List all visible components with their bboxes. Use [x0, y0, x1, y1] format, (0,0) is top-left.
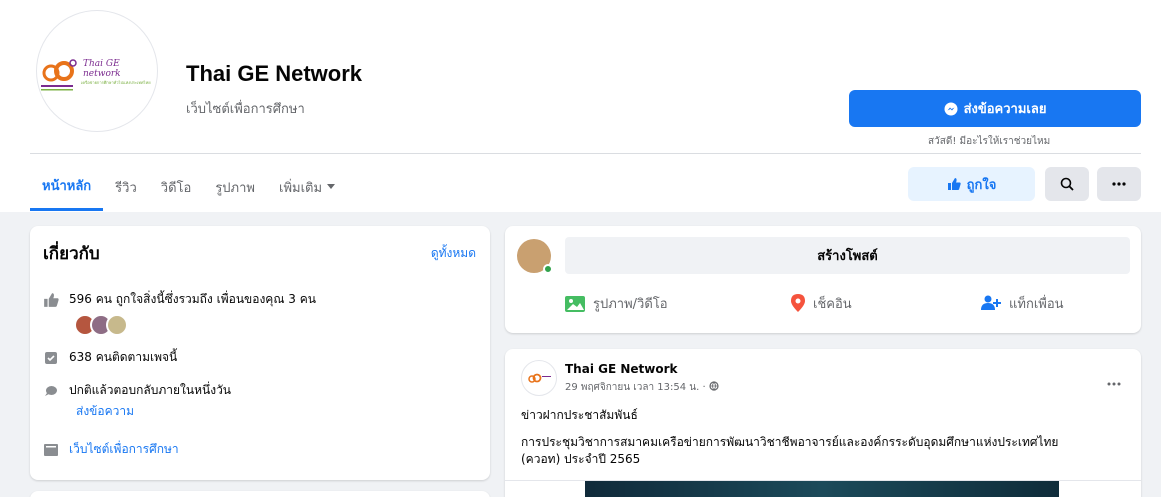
website-link[interactable]: เว็บไซต์เพื่อการศึกษา	[69, 440, 179, 459]
followers-icon	[43, 350, 59, 366]
avatar	[106, 314, 128, 336]
category-icon	[43, 442, 59, 458]
globe-icon	[709, 381, 719, 391]
location-pin-icon	[791, 294, 805, 312]
check-in-button[interactable]: เช็คอิน	[791, 288, 852, 318]
tab-label: เพิ่มเติม	[279, 180, 323, 196]
chat-bubble-icon	[43, 383, 59, 399]
logo-wordmark: Thai GE network	[83, 59, 121, 79]
friend-avatars[interactable]	[74, 314, 128, 336]
post-text-line: การประชุมวิชาการสมาคมเครือข่ายการพัฒนาวิ…	[521, 435, 1059, 449]
about-title: เกี่ยวกับ	[43, 244, 100, 264]
photo-icon	[565, 296, 585, 312]
followers-row: 638 คนติดตามเพจนี้	[43, 348, 177, 367]
page-title: Thai GE Network	[186, 61, 363, 86]
ellipsis-icon	[1107, 382, 1121, 386]
tab-reviews[interactable]: รีวิว	[103, 163, 149, 211]
online-status-dot	[543, 264, 553, 274]
tab-photos[interactable]: รูปภาพ	[203, 163, 267, 211]
response-row: ปกติแล้วตอบกลับภายในหนึ่งวัน	[43, 381, 231, 400]
about-card: เกี่ยวกับ ดูทั้งหมด 596 คน ถูกใจสิ่งนี้ซ…	[30, 226, 490, 480]
send-message-link[interactable]: ส่งข้อความ	[76, 402, 134, 421]
message-hint: สวัสดี! มีอะไรให้เราช่วยไหม	[928, 136, 1051, 147]
page-header: Thai GE network เครือข่ายการศึกษาทั่วไปแ…	[0, 0, 1161, 212]
search-button[interactable]	[1045, 167, 1089, 201]
response-text: ปกติแล้วตอบกลับภายในหนึ่งวัน	[69, 383, 232, 397]
post-image[interactable]	[585, 481, 1059, 497]
post-time-text: 29 พฤศจิกายน เวลา 13:54 น. ·	[565, 382, 706, 393]
messenger-icon	[944, 102, 958, 115]
likes-text: 596 คน ถูกใจสิ่งนี้ซึ่งรวมถึง เพื่อนของค…	[69, 292, 316, 306]
likes-row: 596 คน ถูกใจสิ่งนี้ซึ่งรวมถึง เพื่อนของค…	[43, 290, 316, 309]
search-icon	[1060, 177, 1074, 191]
tab-label: หน้าหลัก	[42, 179, 92, 194]
like-label: ถูกใจ	[966, 177, 997, 193]
ellipsis-icon	[1112, 182, 1126, 186]
chevron-down-icon	[327, 184, 336, 189]
page-tabs: หน้าหลัก รีวิว วิดีโอ รูปภาพ เพิ่มเติม	[30, 163, 347, 211]
next-card	[30, 491, 490, 497]
page-profile-picture[interactable]: Thai GE network เครือข่ายการศึกษาทั่วไปแ…	[36, 10, 158, 132]
thumbs-up-icon	[43, 292, 59, 308]
tab-label: รูปภาพ	[215, 180, 255, 196]
more-options-button[interactable]	[1097, 167, 1141, 201]
create-post-input[interactable]: สร้างโพสต์	[565, 237, 1130, 274]
tag-friends-icon	[981, 295, 1001, 310]
photo-video-label: รูปภาพ/วิดีโอ	[593, 296, 668, 312]
tab-home[interactable]: หน้าหลัก	[30, 163, 104, 211]
logo-subtitle: เครือข่ายการศึกษาทั่วไปแห่งประเทศไทย	[81, 80, 151, 85]
see-all-link[interactable]: ดูทั้งหมด	[431, 244, 476, 263]
post-text-line: (ควอท) ประจำปี 2565	[521, 452, 641, 466]
tab-more[interactable]: เพิ่มเติม	[267, 163, 347, 211]
like-page-button[interactable]: ถูกใจ	[908, 167, 1035, 201]
post-options-button[interactable]	[1107, 371, 1121, 390]
send-message-label: ส่งข้อความเลย	[963, 102, 1047, 117]
tab-label: วิดีโอ	[160, 180, 192, 196]
tab-label: รีวิว	[115, 180, 137, 196]
check-in-label: เช็คอิน	[813, 296, 852, 312]
post-card: Thai GE Network 29 พฤศจิกายน เวลา 13:54 …	[505, 349, 1141, 497]
header-divider	[30, 153, 1141, 154]
logo-icon	[528, 373, 551, 383]
photo-video-button[interactable]: รูปภาพ/วิดีโอ	[565, 288, 668, 318]
post-timestamp[interactable]: 29 พฤศจิกายน เวลา 13:54 น. ·	[565, 380, 719, 395]
tag-friends-button[interactable]: แท็กเพื่อน	[981, 288, 1064, 318]
send-message-button[interactable]: ส่งข้อความเลย	[849, 90, 1141, 127]
followers-text: 638 คนติดตามเพจนี้	[69, 350, 178, 364]
post-text-line: ข่าวฝากประชาสัมพันธ์	[521, 408, 638, 422]
thumbs-up-icon	[947, 178, 961, 190]
post-author-avatar[interactable]	[521, 360, 557, 396]
website-row: เว็บไซต์เพื่อการศึกษา	[43, 440, 179, 459]
tab-videos[interactable]: วิดีโอ	[149, 163, 204, 211]
page-category: เว็บไซต์เพื่อการศึกษา	[186, 102, 305, 117]
create-post-card: สร้างโพสต์ รูปภาพ/วิดีโอ เช็คอิน แท็กเพื…	[505, 226, 1141, 333]
tag-friends-label: แท็กเพื่อน	[1009, 296, 1064, 312]
post-author[interactable]: Thai GE Network	[565, 362, 678, 376]
